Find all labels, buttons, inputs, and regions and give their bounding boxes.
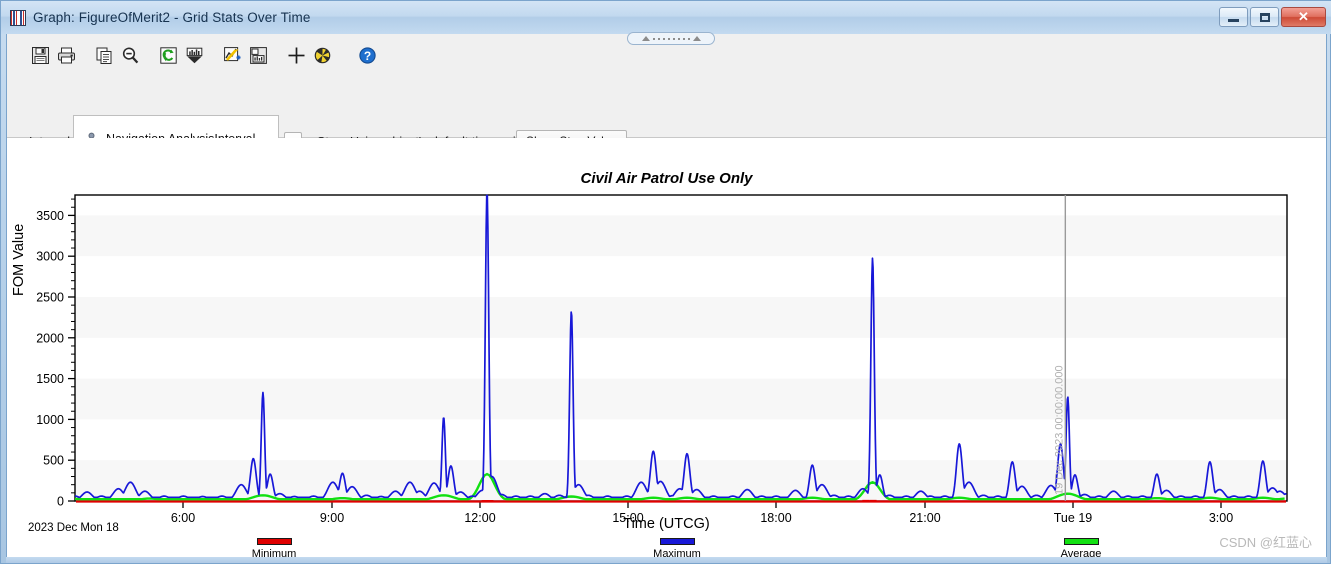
legend-swatch-maximum [659, 538, 695, 545]
splitter-arrow-right-icon [692, 36, 701, 41]
splitter-dot-icon [687, 37, 690, 40]
splitter-dot-icon [682, 37, 685, 40]
save-style-button[interactable] [247, 44, 270, 67]
help-button[interactable]: ? [356, 44, 379, 67]
splitter-dot-icon [652, 37, 655, 40]
y-tick-label: 3500 [36, 209, 64, 223]
crosshair-icon [288, 47, 305, 64]
plot-band [75, 378, 1287, 420]
magnifier-minus-icon [122, 47, 139, 64]
window-title: Graph: FigureOfMerit2 - Grid Stats Over … [33, 10, 311, 25]
x-axis-start-date: 2023 Dec Mon 18 [28, 522, 119, 534]
close-icon: ✕ [1298, 9, 1309, 24]
maximize-icon [1259, 12, 1270, 22]
refresh-arrows-icon [160, 47, 177, 64]
svg-text:?: ? [364, 49, 371, 63]
chart-region: Civil Air Patrol Use Only FOM Value 0 500… [7, 138, 1326, 560]
application-window: Graph: FigureOfMerit2 - Grid Stats Over … [0, 0, 1331, 564]
splitter-dot-icon [667, 37, 670, 40]
printer-icon [58, 47, 75, 64]
add-annotation-button[interactable] [221, 44, 244, 67]
minimize-button[interactable] [1219, 7, 1248, 27]
refresh-button[interactable] [157, 44, 180, 67]
y-axis: 0 500 1000 1500 2000 2500 3000 3500 [36, 198, 75, 509]
plot-band [75, 215, 1287, 257]
y-tick-label: 0 [57, 495, 64, 509]
y-tick-label: 3000 [36, 250, 64, 264]
gear-sun-icon [314, 47, 331, 64]
bar-chart-icon [10, 9, 26, 26]
legend-swatch-average [1063, 538, 1099, 545]
window-controls: ✕ [1219, 7, 1326, 27]
time-marker-label: 19 Dec 2023 00:00:00.000 [1053, 365, 1065, 495]
y-tick-label: 1500 [36, 372, 64, 386]
export-data-button[interactable] [183, 44, 206, 67]
splitter-dot-icon [657, 37, 660, 40]
minimize-icon [1228, 18, 1239, 22]
crosshair-button[interactable] [285, 44, 308, 67]
print-button[interactable] [55, 44, 78, 67]
panel-splitter-handle[interactable] [627, 32, 715, 45]
watermark: CSDN @红蓝心 [1219, 535, 1312, 550]
y-tick-label: 500 [43, 454, 64, 468]
close-button[interactable]: ✕ [1281, 7, 1326, 27]
toolbar-panel: ? Interval: Navigation AnalysisInterval [7, 32, 1326, 162]
y-tick-label: 2500 [36, 291, 64, 305]
question-help-icon: ? [359, 47, 376, 64]
splitter-arrow-left-icon [641, 36, 650, 41]
title-bar: Graph: FigureOfMerit2 - Grid Stats Over … [1, 1, 1331, 34]
y-tick-label: 2000 [36, 331, 64, 345]
copy-pages-icon [96, 47, 112, 64]
copy-button[interactable] [93, 44, 116, 67]
zoom-out-button[interactable] [119, 44, 142, 67]
x-axis-title: Time (UTCG) [623, 516, 710, 532]
plot-bands [75, 215, 1287, 501]
minimum-blip [486, 500, 494, 503]
y-tick-label: 1000 [36, 413, 64, 427]
splitter-dot-icon [662, 37, 665, 40]
legend-swatch-minimum [256, 538, 292, 545]
properties-button[interactable] [311, 44, 334, 67]
chart-save-icon [250, 47, 267, 64]
minimum-blip [862, 499, 870, 502]
floppy-disk-icon [32, 47, 49, 64]
graph-toolbar: ? [29, 44, 379, 67]
chart-legend: Minimum Maximum Average [7, 538, 1326, 572]
plot-canvas[interactable]: 05001000150020002500300035006:00 9:00 12:0… [7, 138, 1326, 538]
plot-band [75, 297, 1287, 338]
client-area: ? Interval: Navigation AnalysisInterval [6, 32, 1327, 560]
splitter-dot-icon [672, 37, 675, 40]
minimum-blip [869, 499, 877, 502]
chart-plus-icon [224, 47, 241, 62]
splitter-dot-icon [677, 37, 680, 40]
save-button[interactable] [29, 44, 52, 67]
maximize-button[interactable] [1250, 7, 1279, 27]
window-bottom-strip [6, 557, 1327, 563]
download-chart-icon [186, 47, 203, 64]
